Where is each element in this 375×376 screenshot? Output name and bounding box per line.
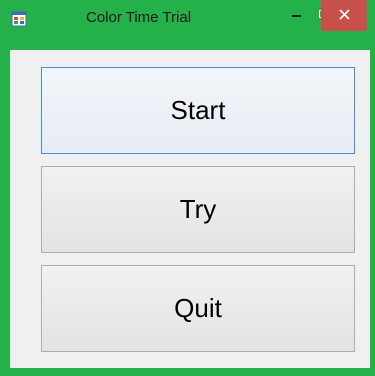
client-area: Start Try Quit — [10, 50, 370, 368]
winforms-app-icon[interactable] — [11, 11, 27, 27]
close-icon — [338, 7, 350, 25]
close-button[interactable] — [321, 0, 367, 31]
try-button[interactable]: Try — [41, 166, 355, 253]
minimize-icon — [291, 15, 301, 17]
window-title: Color Time Trial — [86, 9, 192, 26]
minimize-button[interactable] — [281, 0, 311, 30]
title-bar[interactable]: Color Time Trial — [0, 0, 375, 50]
start-button[interactable]: Start — [41, 67, 355, 154]
quit-button[interactable]: Quit — [41, 265, 355, 352]
app-window: Color Time Trial Start Try Quit — [0, 0, 375, 376]
